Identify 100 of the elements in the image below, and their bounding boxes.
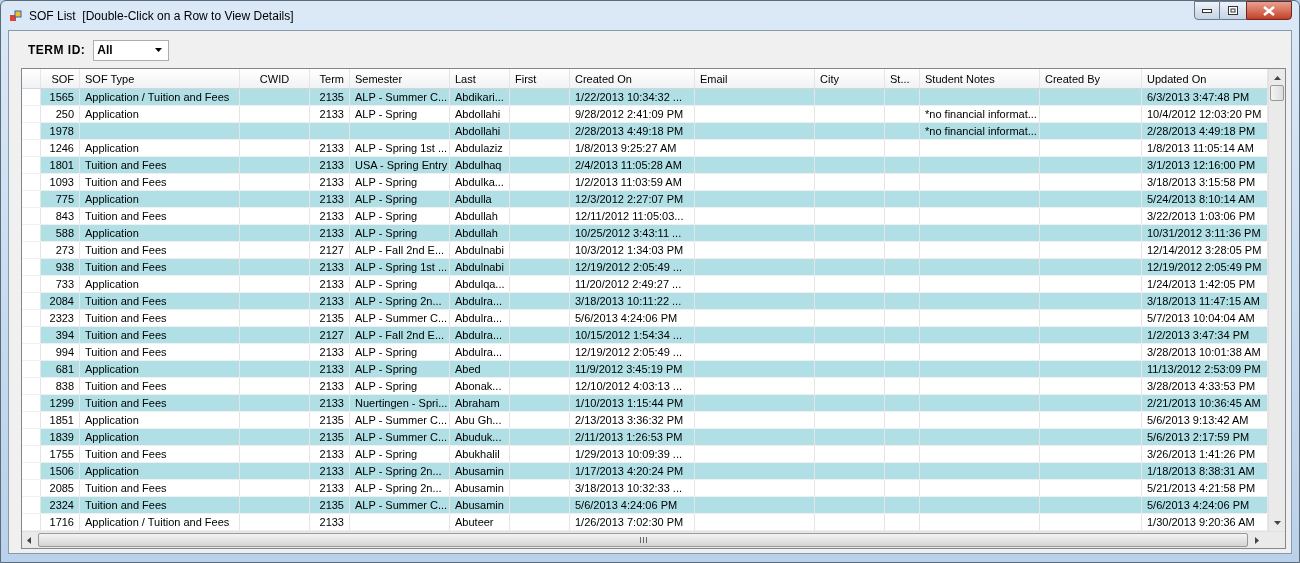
table-row[interactable]: 394 Tuition and Fees 2127 ALP - Fall 2nd E... Abdulra... 10/15/2012 1:54:34 ... 1/2/2013 3:47:34 PM [22, 327, 1268, 344]
row-header-cell[interactable] [22, 157, 41, 173]
table-cell: 2085 [49, 482, 74, 494]
row-header-cell[interactable] [22, 361, 41, 377]
minimize-button[interactable] [1194, 1, 1220, 20]
table-cell: Tuition and Fees [85, 176, 167, 188]
table-cell: 2135 [319, 499, 344, 511]
table-cell: ALP - Summer C... [355, 312, 448, 324]
table-row[interactable]: 1851 Application 2135 ALP - Summer C... Abu Gh... 2/13/2013 3:36:32 PM 5/6/2013 9:13:42 AM [22, 412, 1268, 429]
table-row[interactable]: 994 Tuition and Fees 2133 ALP - Spring Abdulra... 12/19/2012 2:05:49 ... 3/28/2013 10:01:38 AM [22, 344, 1268, 361]
table-row[interactable]: 1299 Tuition and Fees 2133 Nuertingen - Spri... Abraham 1/10/2013 1:15:44 PM 2/21/2013 10:36:45 AM [22, 395, 1268, 412]
table-cell: 10/25/2012 3:43:11 ... [575, 227, 682, 239]
term-id-dropdown[interactable]: All [93, 39, 170, 61]
table-row[interactable]: 250 Application 2133 ALP - Spring Abdollahi 9/28/2012 2:41:09 PM *no financial informat... 10/4/2012 12:03:20 PM [22, 106, 1268, 123]
row-header-cell[interactable] [22, 429, 41, 445]
close-button[interactable] [1246, 1, 1292, 20]
column-header[interactable]: St... [885, 69, 920, 88]
window-title: SOF List [Double-Click on a Row to View Details] [29, 7, 294, 25]
table-cell: ALP - Summer C... [355, 431, 448, 443]
table-row[interactable]: 733 Application 2133 ALP - Spring Abdulqa... 11/20/2012 2:49:27 ... 1/24/2013 1:42:05 PM [22, 276, 1268, 293]
maximize-icon [1228, 6, 1238, 15]
table-cell: ALP - Spring [355, 108, 418, 120]
table-cell: Application [85, 431, 139, 443]
column-header[interactable]: Email [695, 69, 815, 88]
vertical-scrollbar[interactable] [1268, 69, 1285, 531]
table-row[interactable]: 775 Application 2133 ALP - Spring Abdulla 12/3/2012 2:27:07 PM 5/24/2013 8:10:14 AM [22, 191, 1268, 208]
grip-icon [639, 537, 647, 543]
table-cell: 5/21/2013 4:21:58 PM [1147, 482, 1256, 494]
table-cell: 2133 [319, 516, 344, 528]
table-row[interactable]: 588 Application 2133 ALP - Spring Abdullah 10/25/2012 3:43:11 ... 10/31/2012 3:11:36 PM [22, 225, 1268, 242]
column-header[interactable]: Student Notes [920, 69, 1040, 88]
row-header-cell[interactable] [22, 395, 41, 411]
table-row[interactable]: 1801 Tuition and Fees 2133 USA - Spring Entry Abdulhaq 2/4/2013 11:05:28 AM 3/1/2013 12:16:00 PM [22, 157, 1268, 174]
row-header-cell[interactable] [22, 293, 41, 309]
scroll-thumb[interactable] [38, 533, 1248, 547]
table-cell: 1978 [49, 125, 74, 137]
table-cell: 2133 [319, 159, 344, 171]
table-row[interactable]: 1978 Abdollahi 2/28/2013 4:49:18 PM *no financial informat... 2/28/2013 4:49:18 PM [22, 123, 1268, 140]
column-header[interactable]: Semester [350, 69, 450, 88]
scroll-thumb[interactable] [1270, 85, 1284, 101]
column-header[interactable]: Created By [1040, 69, 1142, 88]
column-header[interactable]: Last [450, 69, 510, 88]
row-header-cell[interactable] [22, 191, 41, 207]
table-row[interactable]: 1839 Application 2135 ALP - Summer C... Abuduk... 2/11/2013 1:26:53 PM 5/6/2013 2:17:59 PM [22, 429, 1268, 446]
maximize-button[interactable] [1220, 1, 1246, 20]
table-cell: 1/26/2013 7:02:30 PM [575, 516, 684, 528]
table-row[interactable]: 838 Tuition and Fees 2133 ALP - Spring Abonak... 12/10/2012 4:03:13 ... 3/28/2013 4:33:53 PM [22, 378, 1268, 395]
table-cell: Abuteer [455, 516, 494, 528]
column-header[interactable]: Term [310, 69, 350, 88]
table-row[interactable]: 1716 Application / Tuition and Fees 2133 Abuteer 1/26/2013 7:02:30 PM 1/30/2013 9:20:36 AM [22, 514, 1268, 531]
table-row[interactable]: 2323 Tuition and Fees 2135 ALP - Summer C... Abdulra... 5/6/2013 4:24:06 PM 5/7/2013 10:04:04 AM [22, 310, 1268, 327]
table-row[interactable]: 1093 Tuition and Fees 2133 ALP - Spring Abdulka... 1/2/2013 11:03:59 AM 3/18/2013 3:15:58 PM [22, 174, 1268, 191]
column-header[interactable]: City [815, 69, 885, 88]
table-row[interactable]: 681 Application 2133 ALP - Spring Abed 11/9/2012 3:45:19 PM 11/13/2012 2:53:09 PM [22, 361, 1268, 378]
row-header-cell[interactable] [22, 225, 41, 241]
row-header-cell[interactable] [22, 463, 41, 479]
table-cell: ALP - Fall 2nd E... [355, 244, 445, 256]
table-cell: 2133 [319, 193, 344, 205]
row-header-cell[interactable] [22, 123, 41, 139]
table-row[interactable]: 273 Tuition and Fees 2127 ALP - Fall 2nd E... Abdulnabi 10/3/2012 1:34:03 PM 12/14/2012 3:28:05 PM [22, 242, 1268, 259]
table-cell: Tuition and Fees [85, 397, 167, 409]
table-cell: 1/18/2013 8:38:31 AM [1147, 465, 1255, 477]
table-row[interactable]: 843 Tuition and Fees 2133 ALP - Spring Abdullah 12/11/2012 11:05:03... 3/22/2013 1:03:06 PM [22, 208, 1268, 225]
table-row[interactable]: 1755 Tuition and Fees 2133 ALP - Spring Abukhalil 1/29/2013 10:09:39 ... 3/26/2013 1:41:26 PM [22, 446, 1268, 463]
table-cell: 588 [55, 227, 74, 239]
table-cell: 1/2/2013 3:47:34 PM [1147, 329, 1250, 341]
app-icon [9, 8, 23, 23]
table-row[interactable]: 1565 Application / Tuition and Fees 2135 ALP - Summer C... Abdikari... 1/22/2013 10:34:32 ... 6/3/2013 3:47:48 PM [22, 89, 1268, 106]
row-header-cell[interactable] [22, 327, 41, 343]
table-cell: 2133 [319, 176, 344, 188]
table-row[interactable]: 2084 Tuition and Fees 2133 ALP - Spring 2n... Abdulra... 3/18/2013 10:11:22 ... 3/18/2013 11:47:15 AM [22, 293, 1268, 310]
column-header[interactable]: SOF [41, 69, 80, 88]
column-header[interactable]: CWID [240, 69, 310, 88]
table-row[interactable]: 2085 Tuition and Fees 2133 ALP - Spring 2n... Abusamin 3/18/2013 10:32:33 ... 5/21/2013 4:21:58 PM [22, 480, 1268, 497]
table-cell: 2135 [319, 312, 344, 324]
table-row[interactable]: 1506 Application 2133 ALP - Spring 2n... Abusamin 1/17/2013 4:20:24 PM 1/18/2013 8:38:31 AM [22, 463, 1268, 480]
column-header[interactable]: First [510, 69, 570, 88]
table-cell: 1299 [49, 397, 74, 409]
table-cell: 6/3/2013 3:47:48 PM [1147, 91, 1250, 103]
table-cell: Abdulaziz [455, 142, 503, 154]
table-cell: ALP - Spring [355, 278, 418, 290]
row-header-cell[interactable] [22, 497, 41, 513]
table-row[interactable]: 938 Tuition and Fees 2133 ALP - Spring 1st ... Abdulnabi 12/19/2012 2:05:49 ... 12/19/2012 2:05:49 PM [22, 259, 1268, 276]
table-cell: 2133 [319, 448, 344, 460]
table-row[interactable]: 2324 Tuition and Fees 2135 ALP - Summer C... Abusamin 5/6/2013 4:24:06 PM 5/6/2013 4:24:06 PM [22, 497, 1268, 514]
table-cell: 2/4/2013 11:05:28 AM [575, 159, 682, 171]
horizontal-scrollbar[interactable] [22, 531, 1285, 548]
row-header-cell[interactable] [22, 259, 41, 275]
column-header[interactable]: SOF Type [80, 69, 240, 88]
table-cell: 2133 [319, 363, 344, 375]
table-cell: 3/1/2013 12:16:00 PM [1147, 159, 1256, 171]
table-cell: 2135 [319, 414, 344, 426]
table-cell: Abdollahi [455, 125, 501, 137]
column-header[interactable]: Created On [570, 69, 695, 88]
table-cell: ALP - Spring [355, 346, 418, 358]
row-header-cell[interactable] [22, 89, 41, 105]
table-cell: Application [85, 465, 139, 477]
scroll-left-icon [27, 536, 31, 544]
table-row[interactable]: 1246 Application 2133 ALP - Spring 1st ... Abdulaziz 1/8/2013 9:25:27 AM 1/8/2013 11:05:14 AM [22, 140, 1268, 157]
table-cell: 10/4/2012 12:03:20 PM [1147, 108, 1262, 120]
